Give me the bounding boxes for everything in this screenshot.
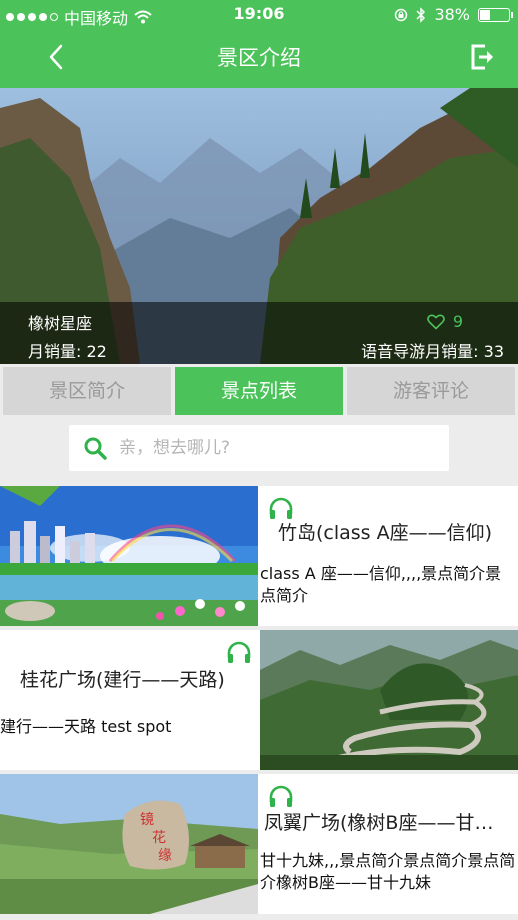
spot-description: class A 座——信仰,,,,景点简介景点简介 [260, 564, 502, 605]
banner-info: 橡树星座 月销量: 22 9 语音导游月销量: 33 [0, 302, 518, 364]
orientation-lock-icon [395, 8, 408, 21]
spot-image [0, 486, 258, 626]
spot-description: 甘十九妹,,,景点简介景点简介景点简介橡树B座——甘十九妹 [260, 851, 516, 892]
spot-description: 建行——天路 test spot [0, 717, 172, 736]
header: 中国移动 19:06 38% 景区介绍 [0, 0, 518, 88]
voice-guide-sales: 语音导游月销量: 33 [361, 342, 504, 361]
svg-text:镜: 镜 [140, 812, 154, 828]
search-input[interactable] [119, 425, 439, 471]
spot-image [260, 630, 518, 770]
navigation-bar: 景区介绍 [0, 28, 518, 88]
battery-percent: 38% [434, 5, 470, 24]
list-item[interactable]: 镜 花 缘 凤翼广场(橡树B座——甘… 甘十九妹,,,景点简介景点简介景点简介橡… [0, 774, 518, 914]
spot-title: 桂花广场(建行——天路) [20, 669, 225, 691]
monthly-sales: 月销量: 22 [28, 342, 107, 361]
spot-image: 镜 花 缘 [0, 774, 258, 914]
exit-button[interactable] [468, 42, 498, 72]
svg-text:花: 花 [152, 830, 166, 846]
spot-title: 竹岛(class A座——信仰) [278, 522, 493, 544]
list-item[interactable]: 竹岛(class A座——信仰) class A 座——信仰,,,,景点简介景点… [0, 486, 518, 626]
headphones-icon[interactable] [226, 640, 252, 664]
page-title: 景区介绍 [217, 46, 301, 70]
tab-scenic-intro[interactable]: 景区简介 [3, 367, 171, 415]
spot-info: 竹岛(class A座——信仰) class A 座——信仰,,,,景点简介景点… [260, 486, 518, 626]
spot-title: 凤翼广场(橡树B座——甘… [264, 812, 494, 834]
like-button[interactable]: 9 [426, 312, 463, 331]
headphones-icon[interactable] [268, 784, 294, 808]
spot-info: 桂花广场(建行——天路) 建行——天路 test spot [0, 630, 258, 770]
headphones-icon[interactable] [268, 496, 294, 520]
list-item[interactable]: 桂花广场(建行——天路) 建行——天路 test spot [0, 630, 518, 770]
like-count: 9 [452, 312, 463, 331]
tab-reviews[interactable]: 游客评论 [347, 367, 515, 415]
status-bar: 中国移动 19:06 38% [0, 0, 518, 28]
search-bar [69, 425, 449, 471]
heart-icon [426, 313, 445, 330]
tab-bar: 景区简介 景点列表 游客评论 [0, 364, 518, 420]
scenic-name: 橡树星座 [28, 314, 93, 333]
spot-info: 凤翼广场(橡树B座——甘… 甘十九妹,,,景点简介景点简介景点简介橡树B座——甘… [260, 774, 518, 914]
scenic-banner[interactable]: 橡树星座 月销量: 22 9 语音导游月销量: 33 [0, 88, 518, 364]
bluetooth-icon [416, 6, 426, 23]
battery-icon [478, 7, 513, 22]
tab-spot-list[interactable]: 景点列表 [175, 367, 343, 415]
svg-text:缘: 缘 [158, 848, 172, 864]
search-icon [84, 437, 107, 460]
